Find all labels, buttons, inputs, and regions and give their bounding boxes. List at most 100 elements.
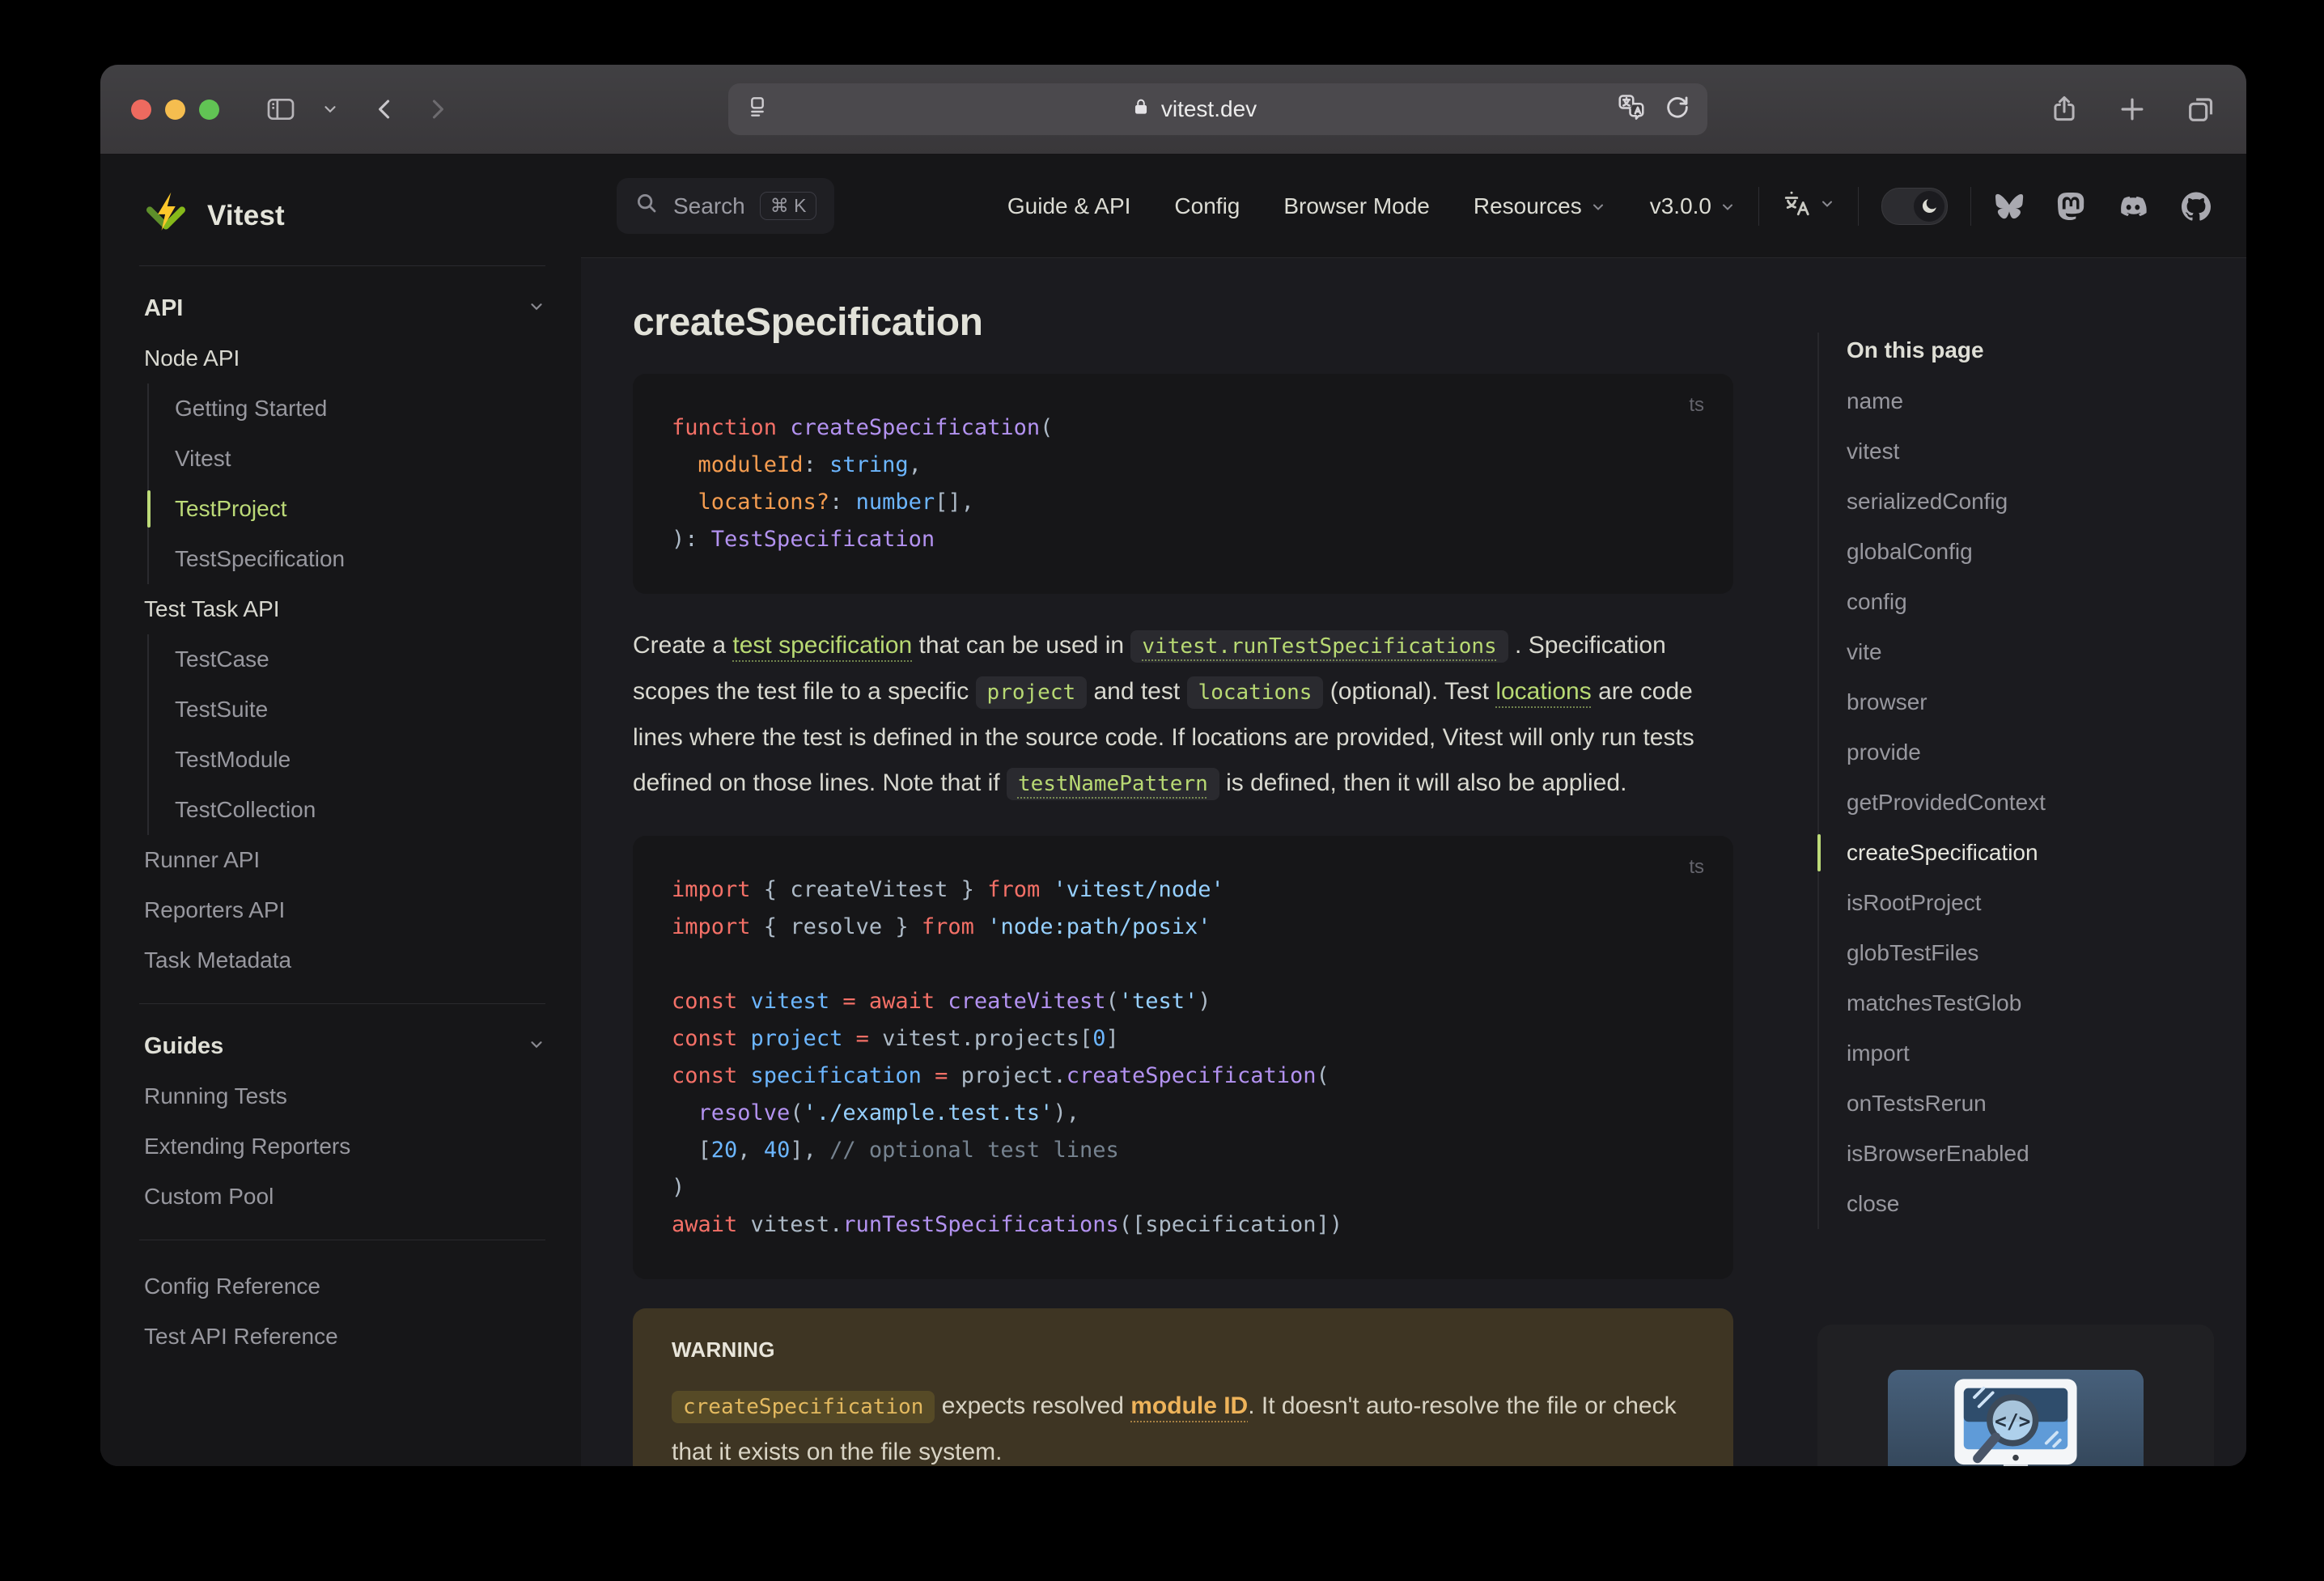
toc: On this page name vitest serializedConfig g… [1817, 333, 2246, 1229]
nav-dropdown-resources[interactable]: Resources [1474, 192, 1606, 221]
sidebar-item-testcase[interactable]: TestCase [149, 634, 545, 685]
text-link-test-specification[interactable]: test specification [732, 632, 912, 659]
sidebar-group-header-api[interactable]: API [144, 287, 545, 333]
chevron-down-icon [1720, 195, 1736, 221]
browser-toolbar: vitest.dev [100, 65, 2246, 155]
sidebar-group-header-guides[interactable]: Guides [144, 1025, 545, 1071]
toc-item-close[interactable]: close [1847, 1179, 2246, 1229]
sidebar-item-test-api-reference[interactable]: Test API Reference [144, 1312, 545, 1362]
toc-item-isbrowserenabled[interactable]: isBrowserEnabled [1847, 1129, 2246, 1179]
page-settings-icon[interactable] [744, 94, 770, 125]
url-text[interactable]: vitest.dev [1161, 96, 1257, 122]
forward-button[interactable] [423, 95, 451, 123]
sidebar-item-getting-started[interactable]: Getting Started [149, 384, 545, 434]
nav-links: Guide & API Config Browser Mode Resource… [1007, 192, 1736, 221]
toc-item-globtestfiles[interactable]: globTestFiles [1847, 928, 2246, 978]
toc-title: On this page [1847, 337, 1984, 362]
tab-overview-button[interactable] [2185, 93, 2217, 125]
chevron-down-icon [528, 1036, 545, 1058]
toc-item-serializedconfig[interactable]: serializedConfig [1847, 477, 2246, 527]
site-navbar: Search ⌘ K Guide & API Config Browser Mo… [581, 155, 2246, 258]
chevron-down-icon [528, 298, 545, 320]
language-menu-button[interactable] [1782, 189, 1835, 223]
toc-item-browser[interactable]: browser [1847, 677, 2246, 727]
github-icon[interactable] [2182, 191, 2211, 221]
address-bar[interactable]: vitest.dev [728, 83, 1707, 135]
toc-item-ontestsrerun[interactable]: onTestsRerun [1847, 1079, 2246, 1129]
sidebar-item-runner-api[interactable]: Runner API [144, 835, 545, 885]
close-window-button[interactable] [131, 99, 151, 120]
toc-item-globalconfig[interactable]: globalConfig [1847, 527, 2246, 577]
divider [1858, 186, 1859, 226]
browser-window: vitest.dev Vitest API Node API Getting S… [100, 65, 2246, 1466]
toc-item-matchestestglob[interactable]: matchesTestGlob [1847, 978, 2246, 1028]
sidebar-item-extending-reporters[interactable]: Extending Reporters [144, 1121, 545, 1172]
sidebar-toggle-button[interactable] [265, 93, 297, 125]
sidebar-item-vitest[interactable]: Vitest [149, 434, 545, 484]
toc-item-vitest[interactable]: vitest [1847, 426, 2246, 477]
text-link-locations[interactable]: locations [1495, 678, 1591, 705]
new-tab-button[interactable] [2117, 94, 2148, 125]
brand[interactable]: Vitest [139, 185, 545, 266]
toc-item-isrootproject[interactable]: isRootProject [1847, 878, 2246, 928]
code-line: resolve('./example.test.ts'), [672, 1100, 1079, 1125]
share-button[interactable] [2049, 94, 2080, 125]
minimize-window-button[interactable] [165, 99, 185, 120]
sidebar-item-running-tests[interactable]: Running Tests [144, 1071, 545, 1121]
vitest-logo-icon [142, 190, 189, 241]
toc-list: name vitest serializedConfig globalConfig co… [1817, 376, 2246, 1229]
theme-toggle[interactable] [1881, 187, 1948, 225]
sidebar-item-node-api[interactable]: Node API [144, 333, 545, 384]
code-line: moduleId: string, [672, 452, 922, 477]
sidebar-item-config-reference[interactable]: Config Reference [144, 1261, 545, 1312]
sidebar-item-testspecification[interactable]: TestSpecification [149, 534, 545, 584]
toc-item-getprovidedcontext[interactable]: getProvidedContext [1847, 778, 2246, 828]
bluesky-icon[interactable] [1994, 193, 2025, 220]
toc-item-vite[interactable]: vite [1847, 627, 2246, 677]
tab-group-chevron-button[interactable] [321, 100, 339, 118]
search-button[interactable]: Search ⌘ K [617, 178, 835, 234]
mastodon-icon[interactable] [2057, 192, 2084, 221]
inline-code-link-testnamepattern[interactable]: testNamePattern [1006, 768, 1219, 800]
zoom-window-button[interactable] [199, 99, 219, 120]
warning-body: createSpecification expects resolved mod… [672, 1391, 1677, 1465]
sidebar-item-reporters-api[interactable]: Reporters API [144, 885, 545, 935]
inline-code-link-vitest-runtestspecifications[interactable]: vitest.runTestSpecifications [1130, 630, 1508, 663]
discord-icon[interactable] [2117, 193, 2149, 219]
brand-title: Vitest [207, 199, 285, 231]
code-line: const specification = project.createSpec… [672, 1063, 1330, 1088]
sidebar-item-testsuite[interactable]: TestSuite [149, 685, 545, 735]
traffic-lights [131, 99, 219, 120]
code-line: import { createVitest } from 'vitest/nod… [672, 877, 1224, 902]
nav-dropdown-version[interactable]: v3.0.0 [1650, 192, 1736, 221]
warning-callout: WARNING createSpecification expects reso… [633, 1308, 1733, 1466]
toc-item-config[interactable]: config [1847, 577, 2246, 627]
page-content: createSpecification ts function createSp… [581, 258, 2246, 1466]
toc-item-createspecification[interactable]: createSpecification [1817, 828, 2246, 878]
nav-link-browser-mode[interactable]: Browser Mode [1283, 193, 1430, 219]
back-button[interactable] [371, 95, 399, 123]
sidebar-group: API Node API Getting Started Vitest TestProj… [139, 266, 545, 1003]
sidebar-group: Config Reference Test API Reference [139, 1240, 545, 1380]
code-line: ): TestSpecification [672, 527, 935, 552]
svg-text:</>: </> [1995, 1409, 2030, 1433]
toc-item-import[interactable]: import [1847, 1028, 2246, 1079]
sidebar-item-task-metadata[interactable]: Task Metadata [144, 935, 545, 985]
toc-item-name[interactable]: name [1847, 376, 2246, 426]
nav-link-guide-api[interactable]: Guide & API [1007, 193, 1131, 219]
sidebar-item-custom-pool[interactable]: Custom Pool [144, 1172, 545, 1222]
text-link-module-id[interactable]: module ID [1130, 1392, 1248, 1419]
toc-item-provide[interactable]: provide [1847, 727, 2246, 778]
reload-button[interactable] [1664, 93, 1691, 126]
sidebar-item-testmodule[interactable]: TestModule [149, 735, 545, 785]
signature-code-block: ts function createSpecification( moduleI… [633, 374, 1733, 594]
code-line: locations?: number[], [672, 490, 974, 515]
sidebar-item-test-task-api[interactable]: Test Task API [144, 584, 545, 634]
code-lang-badge: ts [1689, 394, 1704, 416]
nav-link-config[interactable]: Config [1174, 193, 1240, 219]
translate-page-button[interactable] [1617, 92, 1646, 127]
sidebar-item-testproject[interactable]: TestProject [147, 484, 545, 534]
sponsor-ad-card[interactable]: </> [1817, 1325, 2214, 1466]
sidebar-item-testcollection[interactable]: TestCollection [149, 785, 545, 835]
